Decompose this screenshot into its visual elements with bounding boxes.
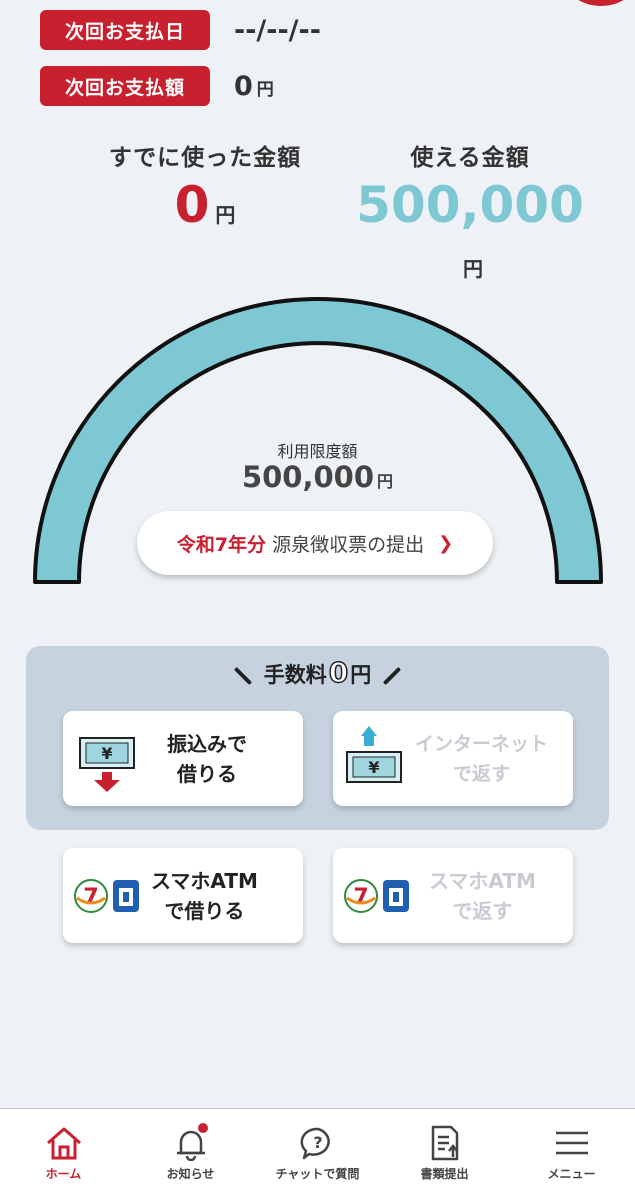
borrow-by-transfer-button[interactable]: ¥ 振込みで借りる xyxy=(63,711,303,806)
fee-free-banner: 手数料0円 xyxy=(0,655,635,690)
atm-repay-line2: で返す xyxy=(452,898,513,923)
repay-by-internet-button[interactable]: ¥ インターネット で返す xyxy=(333,711,573,806)
tab-document-upload[interactable]: 書類提出 xyxy=(381,1109,508,1200)
svg-text:¥: ¥ xyxy=(368,758,379,777)
available-amount-block: 使える金額 500,000円 xyxy=(350,138,590,296)
next-payment-date-row: 次回お支払日 --/--/-- xyxy=(40,10,321,50)
tax-slip-label: 源泉徴収票の提出 xyxy=(272,533,425,556)
decor-slash-icon xyxy=(383,666,402,686)
svg-text:7: 7 xyxy=(353,885,368,910)
repay-internet-line2: で返す xyxy=(453,762,511,785)
atm-borrow-line2: で借りる xyxy=(164,898,245,923)
next-payment-amount-label: 次回お支払額 xyxy=(40,66,210,106)
tab-chat-question[interactable]: ? チャットで質問 xyxy=(254,1109,381,1200)
credit-limit-label: 利用限度額 xyxy=(277,442,358,461)
used-amount-value: 0円 xyxy=(174,176,236,234)
document-upload-icon xyxy=(431,1125,458,1161)
tab-home-label: ホーム xyxy=(45,1167,82,1181)
tab-menu-label: メニュー xyxy=(547,1167,596,1181)
atm-borrow-line1: スマホATM xyxy=(151,868,258,893)
chat-question-icon: ? xyxy=(300,1127,330,1160)
borrow-transfer-line1: 振込みで xyxy=(167,731,247,756)
tab-home[interactable]: ホーム xyxy=(0,1109,127,1200)
credit-limit-value: 500,000 円 xyxy=(241,460,394,494)
notification-dot xyxy=(198,1123,208,1133)
used-amount-block: すでに使った金額 0円 xyxy=(100,138,310,242)
home-icon xyxy=(46,1127,81,1160)
available-amount-label: 使える金額 xyxy=(410,145,530,171)
header-avatar-badge[interactable] xyxy=(559,0,635,6)
chevron-right-icon: ❯ xyxy=(438,532,454,554)
seven-bank-lawson-logo-icon: 7 xyxy=(344,878,409,913)
tab-chat-label: チャットで質問 xyxy=(275,1167,360,1181)
decor-slash-icon xyxy=(233,666,252,686)
tab-document-label: 書類提出 xyxy=(420,1167,469,1181)
borrow-by-smartphone-atm-button[interactable]: 7 スマホATM で借りる xyxy=(63,848,303,943)
hamburger-menu-icon xyxy=(555,1131,588,1155)
yen-bill-down-arrow-icon: ¥ xyxy=(79,736,135,792)
tab-notifications-label: お知らせ xyxy=(166,1167,215,1181)
next-payment-date-value: --/--/-- xyxy=(234,14,321,46)
yen-bill-up-arrow-icon: ¥ xyxy=(346,725,402,783)
svg-text:7: 7 xyxy=(83,885,98,910)
next-payment-amount-value: 0円 xyxy=(234,70,274,102)
used-amount-label: すでに使った金額 xyxy=(108,145,302,171)
withholding-slip-submit-button[interactable]: 令和7年分 源泉徴収票の提出 ❯ xyxy=(137,511,493,575)
repay-by-smartphone-atm-button[interactable]: 7 スマホATM で返す xyxy=(333,848,573,943)
svg-text:?: ? xyxy=(313,1133,322,1152)
next-payment-date-label: 次回お支払日 xyxy=(40,10,210,50)
seven-bank-lawson-logo-icon: 7 xyxy=(74,878,139,913)
svg-text:¥: ¥ xyxy=(101,744,112,763)
atm-repay-line1: スマホATM xyxy=(429,868,536,893)
next-payment-amount-row: 次回お支払額 0円 xyxy=(40,66,274,106)
tax-year-label: 令和7年分 xyxy=(176,533,267,556)
tab-notifications[interactable]: お知らせ xyxy=(127,1109,254,1200)
available-amount-value: 500,000円 xyxy=(356,176,584,281)
tab-menu[interactable]: メニュー xyxy=(508,1109,635,1200)
borrow-transfer-line2: 借りる xyxy=(177,761,237,786)
bottom-tab-bar: ホーム お知らせ ? チャットで質問 書類提出 メニュー xyxy=(0,1108,635,1200)
repay-internet-line1: インターネット xyxy=(415,732,549,755)
